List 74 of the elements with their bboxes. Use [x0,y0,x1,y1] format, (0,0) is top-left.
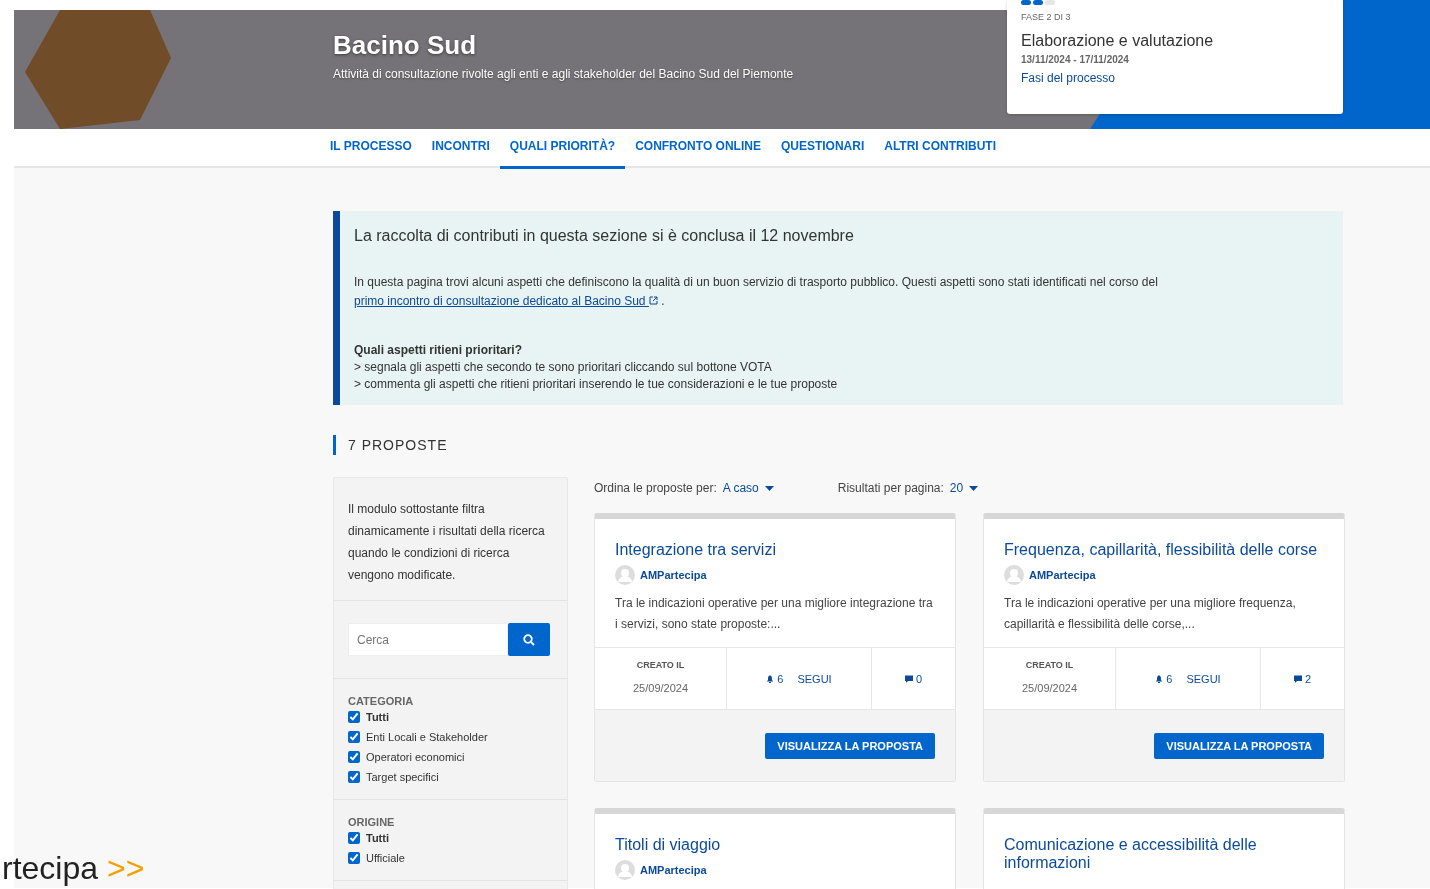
search-button[interactable] [508,623,550,656]
per-page-dropdown[interactable]: 20 [949,481,979,495]
search-icon [523,633,535,646]
checkbox[interactable] [348,771,360,783]
comments-count: 0 [904,672,923,685]
phase-link[interactable]: Fasi del processo [1021,71,1116,85]
search-field[interactable]: Cerca [348,623,508,656]
notice-step: > commenta gli aspetti che ritieni prioritari inserendo le tue considerazioni e le tue proposte [354,377,1325,391]
per-page-label: Risultati per pagina: [837,481,944,495]
filter-group-title: ORIGINE [348,816,396,828]
proposal-excerpt: Tra le indicazioni operative per una migliore frequenza, capillarità e flessibilità delle corse,... [1004,595,1297,633]
page-subtitle: Attività di consultazione rivolte agli enti e agli stakeholder del Bacino Sud del Piemonte [333,67,794,81]
page-title: Bacino Sud [333,30,477,61]
nav-tab[interactable]: QUESTIONARI [770,129,875,166]
nav-tab[interactable]: CONFRONTO ONLINE [625,129,771,166]
checkbox[interactable] [348,852,360,864]
comments-count: 2 [1293,672,1312,685]
notice-text: In questa pagina trovi alcuni aspetti che definiscono la qualità di un buon servizio di trasporto pubblico. Questi aspetti sono stati identificati nel corso del primo incontro di consultazione dedicato al Bacino Sud . [354,274,1159,310]
followers-count: 6 [766,672,784,685]
external-link-icon [648,296,658,305]
checkbox-label: Enti Locali e Stakeholder [366,731,488,743]
created-label: CREATO IL [635,660,686,670]
caret-icon [969,485,979,491]
created-label: CREATO IL [1024,660,1075,670]
proposal-title[interactable]: Titoli di viaggio [615,836,935,854]
checkbox[interactable] [348,711,360,723]
bell-icon [1155,674,1164,683]
phase-dates: 13/11/2024 - 17/11/2024 [1021,54,1130,65]
notice-link[interactable]: primo incontro di consultazione dedicato al Bacino Sud [354,294,658,308]
proposal-title[interactable]: Frequenza, capillarità, flessibilità delle corse [1004,541,1324,559]
proposal-excerpt: Tra le indicazioni operative per una migliore integrazione tra i servizi, sono state proposte:... [615,595,934,633]
author-link[interactable]: AMPartecipa [640,569,707,581]
checkbox-label: Ufficiale [366,852,405,864]
sort-dropdown[interactable]: A caso [722,481,774,495]
checkbox-label: Tutti [366,832,389,844]
avatar-icon [1004,565,1024,585]
notice-question: Quali aspetti ritieni prioritari? [354,343,524,357]
checkbox[interactable] [348,751,360,763]
proposal-title[interactable]: Comunicazione e accessibilità delle informazioni [1004,836,1324,872]
nav-tab[interactable]: INCONTRI [421,129,500,166]
sort-label: Ordina le proposte per: [594,481,717,495]
comment-icon [904,674,913,683]
overlay-caption: rtecipa >> [2,850,145,886]
progress-dots-icon [1021,0,1057,6]
checkbox-label: Operatori economici [366,751,465,763]
notice-step: > segnala gli aspetti che secondo te sono prioritari cliccando sul bottone VOTA [354,360,1325,374]
filter-group-title: CATEGORIA [348,695,415,707]
comment-icon [1293,674,1302,683]
avatar-icon [615,565,635,585]
nav-tab[interactable]: ALTRI CONTRIBUTI [874,129,1006,166]
bell-icon [766,674,775,683]
follow-link[interactable]: SEGUI [797,672,832,685]
followers-count: 6 [1155,672,1173,685]
filter-intro: Il modulo sottostante filtra dinamicamente i risultati della ricerca quando le condizioni di ricerca vengono modificate. [334,478,567,601]
caret-icon [764,485,774,491]
checkbox-label: Target specifici [366,771,439,783]
follow-link[interactable]: SEGUI [1186,672,1221,685]
avatar-icon [615,860,635,880]
checkbox[interactable] [348,832,360,844]
created-date: 25/09/2024 [1020,682,1079,694]
view-proposal-button[interactable]: VISUALIZZA LA PROPOSTA [1154,732,1324,759]
author-link[interactable]: AMPartecipa [640,864,707,876]
phase-step: FASE 2 DI 3 [1021,12,1329,22]
created-date: 25/09/2024 [631,682,690,694]
nav-tab[interactable]: IL PROCESSO [320,129,422,166]
overlay-arrows: >> [106,850,145,886]
section-heading: 7 PROPOSTE [333,435,1343,455]
checkbox[interactable] [348,731,360,743]
view-proposal-button[interactable]: VISUALIZZA LA PROPOSTA [765,732,935,759]
phase-title: Elaborazione e valutazione [1021,32,1215,50]
proposal-title[interactable]: Integrazione tra servizi [615,541,935,559]
checkbox-label: Tutti [366,711,389,723]
author-link[interactable]: AMPartecipa [1029,569,1096,581]
notice-heading: La raccolta di contributi in questa sezione si è conclusa il 12 novembre [354,227,855,245]
